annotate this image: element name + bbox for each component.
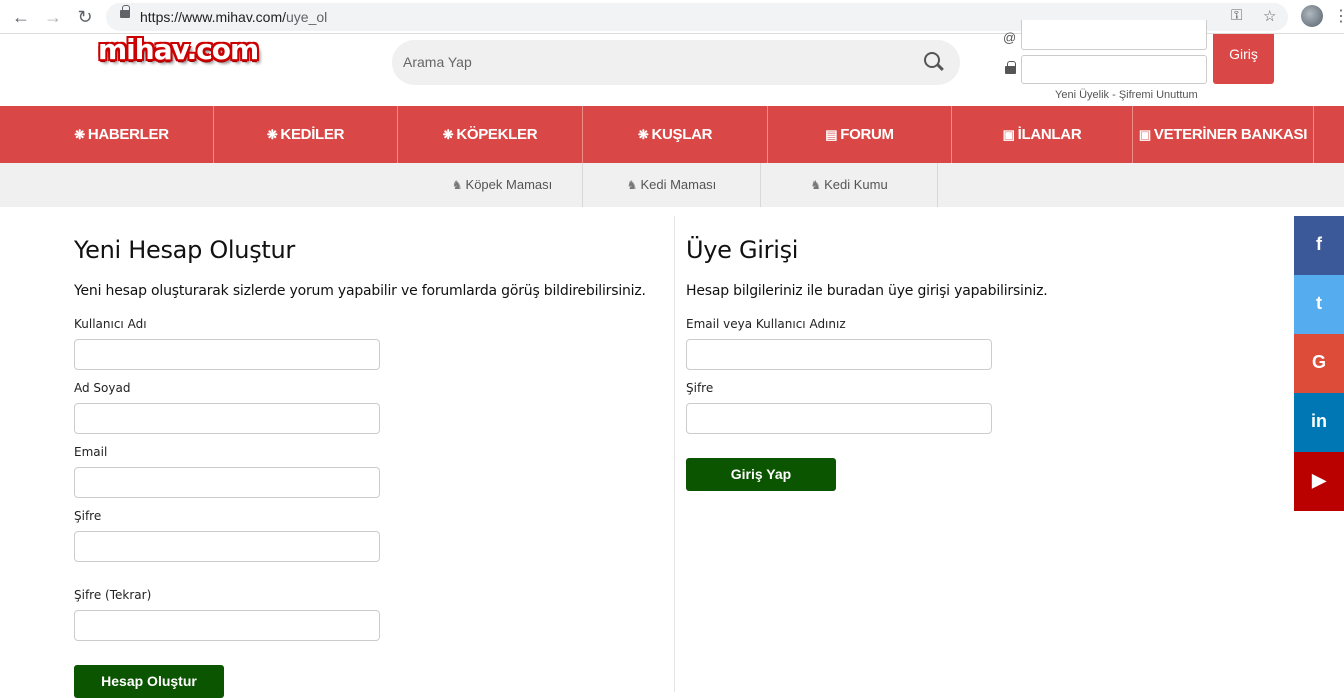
paw-icon: ❋ xyxy=(266,127,278,142)
username-input[interactable] xyxy=(74,339,380,370)
nav-kediler[interactable]: ❋ KEDİLER xyxy=(214,106,398,163)
login-lead: Hesap bilgileriniz ile buradan üye giriş… xyxy=(686,283,1048,299)
forum-icon: ▤ xyxy=(825,127,838,142)
google-button[interactable]: G xyxy=(1294,334,1344,393)
youtube-icon: ▶ xyxy=(1312,470,1326,490)
header-account-links: Yeni Üyelik - Şifremi Unuttum xyxy=(1055,89,1198,101)
at-icon: @ xyxy=(1003,30,1017,45)
star-icon[interactable]: ☆ xyxy=(1263,7,1276,25)
dog-icon: ♞ xyxy=(451,178,463,192)
listing-icon: ▣ xyxy=(1002,127,1015,142)
key-icon[interactable]: ⚿ xyxy=(1231,7,1242,24)
forward-icon[interactable]: → xyxy=(42,6,64,28)
nav-ilanlar[interactable]: ▣ İLANLAR xyxy=(952,106,1133,163)
register-lead: Yeni hesap oluşturarak sizlerde yorum ya… xyxy=(74,283,646,299)
main-nav: ❋ HABERLER ❋ KEDİLER ❋ KÖPEKLER ❋ KUŞLAR ▤ FO… xyxy=(0,106,1344,163)
linkedin-icon: in xyxy=(1311,411,1327,431)
nav-veteriner-bankasi[interactable]: ▣ VETERİNER BANKASI xyxy=(1133,106,1314,163)
subnav-kedi-mamasi[interactable]: ♞ Kedi Maması xyxy=(583,163,761,207)
twitter-button[interactable]: t xyxy=(1294,275,1344,334)
paw-icon: ❋ xyxy=(637,127,649,142)
column-divider xyxy=(674,216,675,692)
fullname-input[interactable] xyxy=(74,403,380,434)
register-title: Yeni Hesap Oluştur xyxy=(74,236,295,264)
register-link[interactable]: Yeni Üyelik xyxy=(1055,89,1109,101)
search-box[interactable]: Arama Yap xyxy=(392,40,960,85)
search-icon[interactable] xyxy=(924,52,940,68)
nav-forum[interactable]: ▤ FORUM xyxy=(768,106,952,163)
back-icon[interactable]: ← xyxy=(10,6,32,28)
padlock-icon xyxy=(1005,61,1016,74)
header-password-input[interactable] xyxy=(1021,55,1207,84)
login-title: Üye Girişi xyxy=(686,236,799,264)
password-input[interactable] xyxy=(74,531,380,562)
fullname-label: Ad Soyad xyxy=(74,381,131,395)
email-input[interactable] xyxy=(74,467,380,498)
create-account-button[interactable]: Hesap Oluştur xyxy=(74,665,224,698)
url-text: https://www.mihav.com/uye_ol xyxy=(140,9,328,25)
header-email-input[interactable] xyxy=(1021,20,1207,50)
menu-icon[interactable]: ⋮ xyxy=(1333,6,1344,26)
nav-haberler[interactable]: ❋ HABERLER xyxy=(30,106,214,163)
google-icon: G xyxy=(1311,352,1326,372)
email-label: Email xyxy=(74,445,108,459)
password-label: Şifre xyxy=(74,509,102,523)
username-label: Kullanıcı Adı xyxy=(74,317,147,331)
nav-kopekler[interactable]: ❋ KÖPEKLER xyxy=(398,106,583,163)
login-email-label: Email veya Kullanıcı Adınız xyxy=(686,317,846,331)
lock-icon xyxy=(120,5,130,18)
cat-icon: ♞ xyxy=(810,178,822,192)
search-input[interactable]: Arama Yap xyxy=(403,54,472,70)
login-password-input[interactable] xyxy=(686,403,992,434)
youtube-button[interactable]: ▶ xyxy=(1294,452,1344,511)
paw-icon: ❋ xyxy=(442,127,454,142)
twitter-icon: t xyxy=(1316,293,1322,313)
profile-avatar[interactable] xyxy=(1301,5,1323,27)
facebook-icon: f xyxy=(1316,234,1322,254)
password-repeat-label: Şifre (Tekrar) xyxy=(74,588,152,602)
reload-icon[interactable]: ↻ xyxy=(74,6,96,28)
subnav-kopek-mamasi[interactable]: ♞ Köpek Maması xyxy=(422,163,583,207)
forgot-password-link[interactable]: Şifremi Unuttum xyxy=(1119,89,1198,101)
login-password-label: Şifre xyxy=(686,381,714,395)
header-login-button[interactable]: Giriş xyxy=(1213,34,1274,84)
site-logo[interactable]: mihav.com xyxy=(98,34,259,66)
login-email-input[interactable] xyxy=(686,339,992,370)
paw-icon: ❋ xyxy=(74,127,85,142)
password-repeat-input[interactable] xyxy=(74,610,380,641)
login-submit-button[interactable]: Giriş Yap xyxy=(686,458,836,491)
nav-kuslar[interactable]: ❋ KUŞLAR xyxy=(583,106,768,163)
cat-icon: ♞ xyxy=(626,178,638,192)
sub-nav: ♞ Köpek Maması ♞ Kedi Maması ♞ Kedi Kumu xyxy=(0,163,1344,207)
subnav-kedi-kumu[interactable]: ♞ Kedi Kumu xyxy=(761,163,938,207)
linkedin-button[interactable]: in xyxy=(1294,393,1344,452)
facebook-button[interactable]: f xyxy=(1294,216,1344,275)
book-icon: ▣ xyxy=(1138,127,1151,142)
